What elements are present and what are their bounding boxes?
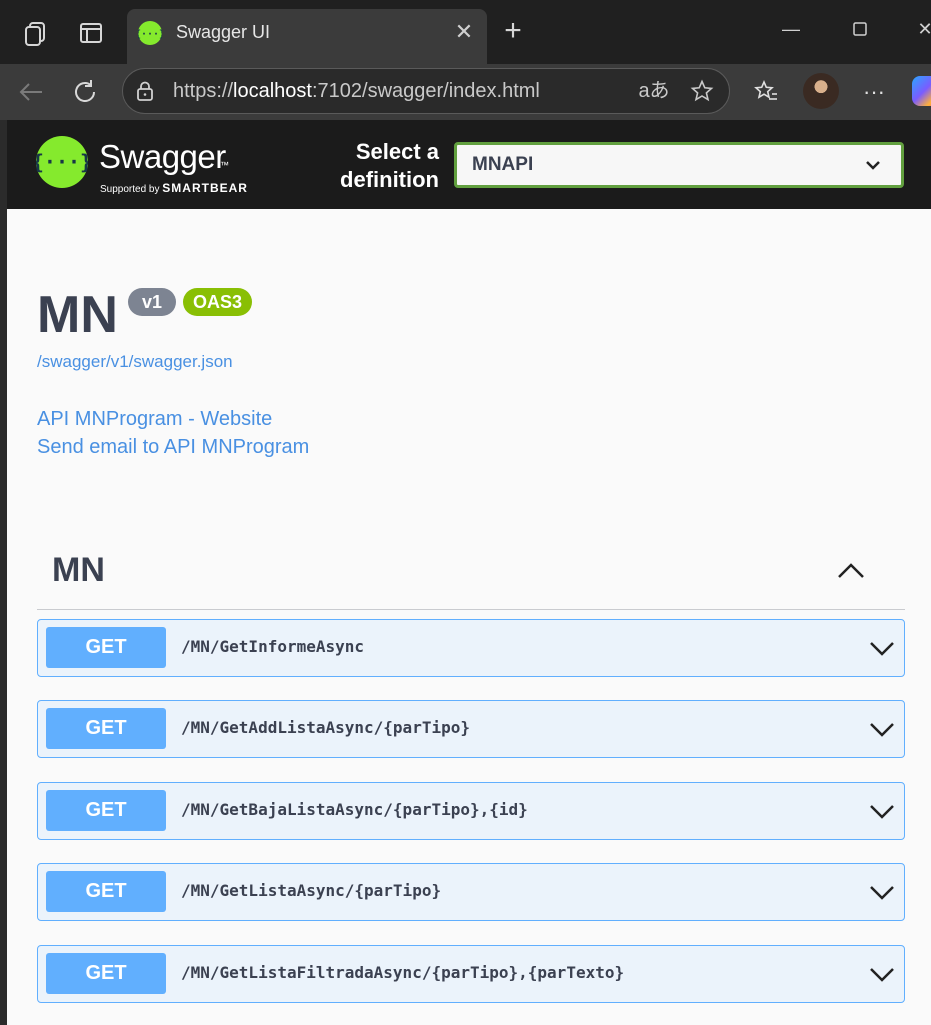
version-badge: v1	[128, 288, 176, 316]
supported-by-smartbear: Supported by SMARTBEAR	[100, 181, 248, 195]
operation-row[interactable]: GET /MN/GetInformeAsync	[37, 619, 905, 677]
browser-toolbar: https://localhost:7102/swagger/index.htm…	[0, 64, 931, 120]
back-icon[interactable]	[13, 74, 49, 110]
chevron-down-icon[interactable]	[868, 636, 896, 660]
read-aloud-icon[interactable]: aあ	[638, 75, 670, 107]
operation-row[interactable]: GET /MN/GetAddListaAsync/{parTipo}	[37, 700, 905, 758]
tab-title: Swagger UI	[176, 22, 271, 42]
http-method-badge: GET	[46, 871, 166, 912]
workspaces-icon[interactable]	[22, 18, 52, 48]
oas-badge: OAS3	[183, 288, 252, 316]
swagger-trademark: ™	[220, 160, 229, 170]
swagger-brand: Swagger	[99, 138, 226, 175]
chevron-down-icon[interactable]	[868, 962, 896, 986]
url-text: https://localhost:7102/swagger/index.htm…	[173, 80, 540, 102]
http-method-badge: GET	[46, 953, 166, 994]
email-link[interactable]: Send email to API MNProgram	[37, 436, 309, 459]
chevron-down-icon[interactable]	[868, 717, 896, 741]
browser-titlebar: {···} Swagger UI ✕ + — ✕	[0, 0, 931, 64]
chevron-down-icon	[866, 161, 880, 170]
definition-select[interactable]: MNAPI	[454, 142, 904, 188]
http-method-badge: GET	[46, 708, 166, 749]
swagger-topbar: {···} Swagger ™ Supported by SMARTBEAR S…	[7, 120, 931, 209]
tag-section-title[interactable]: MN	[52, 551, 105, 590]
svg-text:{···}: {···}	[36, 150, 88, 174]
operation-row[interactable]: GET /MN/GetListaAsync/{parTipo}	[37, 863, 905, 921]
new-tab-icon[interactable]: +	[498, 16, 528, 46]
refresh-icon[interactable]	[67, 74, 103, 110]
operation-path: /MN/GetInformeAsync	[181, 637, 365, 656]
operation-path: /MN/GetBajaListaAsync/{parTipo},{id}	[181, 800, 528, 819]
http-method-badge: GET	[46, 790, 166, 831]
copilot-icon[interactable]	[912, 76, 931, 106]
operation-path: /MN/GetListaFiltradaAsync/{parTipo},{par…	[181, 963, 625, 982]
tag-divider	[37, 609, 905, 610]
operation-path: /MN/GetAddListaAsync/{parTipo}	[181, 718, 470, 737]
favorite-star-icon[interactable]	[686, 75, 718, 107]
maximize-icon[interactable]	[840, 12, 880, 46]
tab-actions-icon[interactable]	[76, 18, 106, 48]
operation-row[interactable]: GET /MN/GetBajaListaAsync/{parTipo},{id}	[37, 782, 905, 840]
favorites-icon[interactable]	[748, 74, 784, 110]
chevron-up-icon[interactable]	[833, 556, 869, 586]
minimize-icon[interactable]: —	[771, 12, 811, 46]
website-link[interactable]: API MNProgram - Website	[37, 408, 272, 431]
lock-icon[interactable]	[135, 81, 155, 101]
operation-row[interactable]: GET /MN/GetListaFiltradaAsync/{parTipo},…	[37, 945, 905, 1003]
chevron-down-icon[interactable]	[868, 799, 896, 823]
browser-tab-active[interactable]: {···} Swagger UI ✕	[127, 9, 487, 64]
chevron-down-icon[interactable]	[868, 880, 896, 904]
spec-json-link[interactable]: /swagger/v1/swagger.json	[37, 352, 233, 372]
swagger-logo-icon[interactable]: {···}	[36, 136, 88, 188]
swagger-favicon-icon: {···}	[138, 21, 162, 45]
close-tab-icon[interactable]: ✕	[449, 17, 479, 47]
page-viewport: {···} Swagger ™ Supported by SMARTBEAR S…	[7, 120, 931, 1025]
definition-label: Select a definition	[340, 139, 439, 192]
operation-path: /MN/GetListaAsync/{parTipo}	[181, 881, 442, 900]
profile-avatar[interactable]	[803, 73, 839, 109]
more-icon[interactable]: ···	[856, 74, 892, 110]
http-method-badge: GET	[46, 627, 166, 668]
api-title: MN	[37, 286, 118, 344]
svg-text:{···}: {···}	[138, 29, 162, 40]
close-window-icon[interactable]: ✕	[905, 12, 931, 46]
address-bar[interactable]: https://localhost:7102/swagger/index.htm…	[122, 68, 730, 114]
definition-select-value: MNAPI	[472, 154, 534, 175]
